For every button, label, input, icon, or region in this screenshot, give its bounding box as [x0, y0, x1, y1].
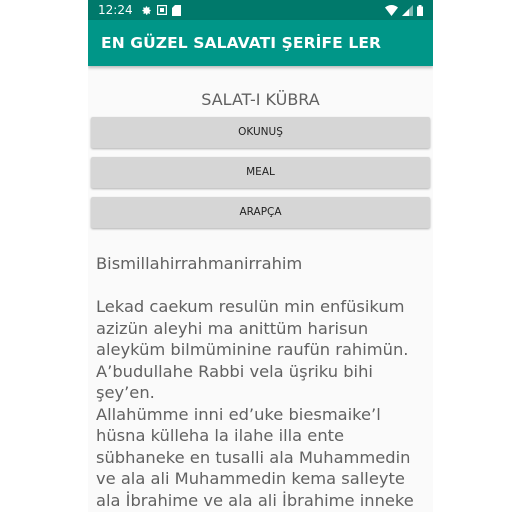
- wifi-icon: [385, 4, 398, 16]
- app-title: EN GÜZEL SALAVATI ŞERİFE LER: [101, 34, 382, 52]
- meal-button[interactable]: MEAL: [91, 157, 430, 188]
- app-bar: EN GÜZEL SALAVATI ŞERİFE LER: [88, 20, 433, 66]
- status-bar: 12:24: [88, 0, 433, 20]
- section-title: SALAT-I KÜBRA: [201, 90, 320, 109]
- prayer-text: Bismillahirrahmanirrahim Lekad caekum re…: [96, 254, 414, 510]
- arapca-button[interactable]: ARAPÇA: [91, 197, 430, 228]
- notification-icon: [156, 5, 167, 15]
- signal-icon: [402, 4, 413, 16]
- sd-card-icon: [171, 4, 181, 16]
- phone-screen: 12:24 EN GÜZEL SALAVATI ŞERİFE LER SALAT…: [88, 0, 433, 512]
- content-area[interactable]: SALAT-I KÜBRA OKUNUŞ MEAL ARAPÇA Bismill…: [88, 88, 433, 512]
- battery-icon: [417, 4, 423, 16]
- okunus-button[interactable]: OKUNUŞ: [91, 117, 430, 148]
- settings-icon: [141, 5, 152, 16]
- status-time: 12:24: [98, 3, 133, 17]
